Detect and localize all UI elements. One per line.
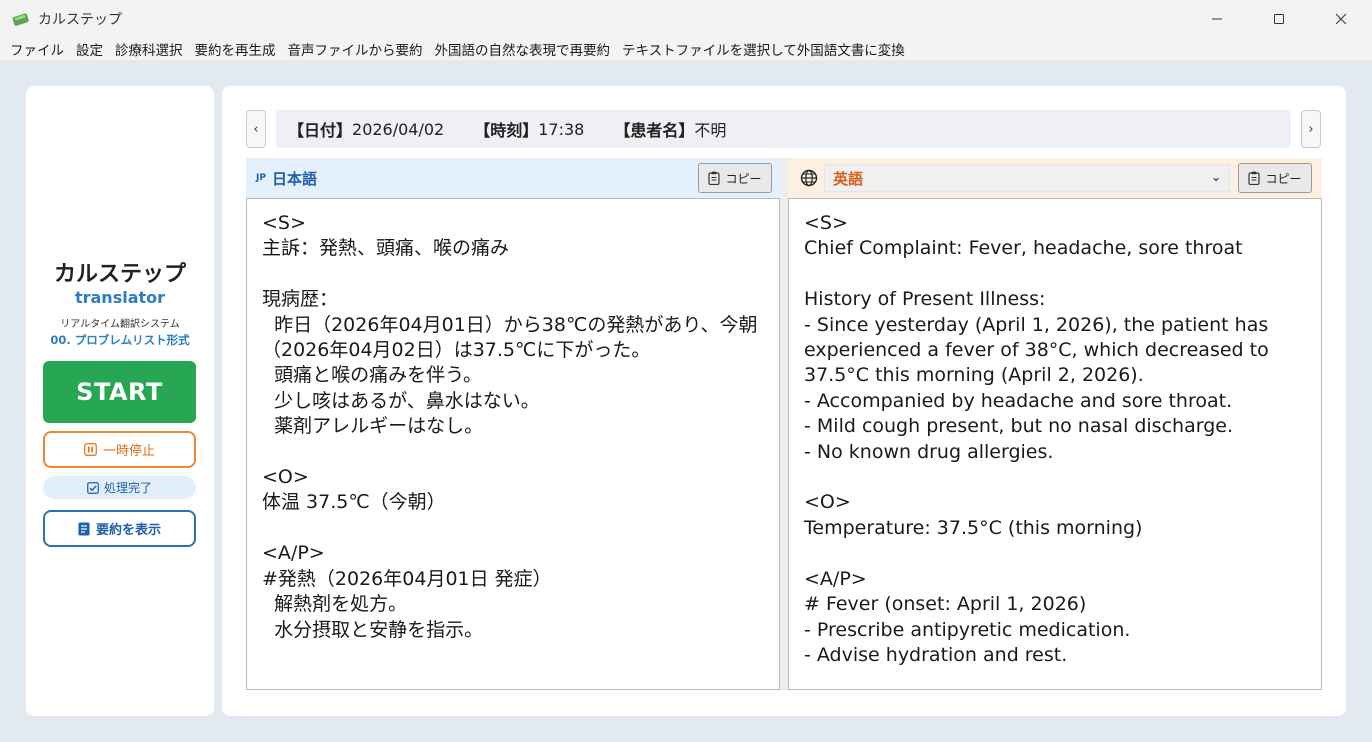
window-title: カルステップ: [38, 12, 122, 28]
menu-file[interactable]: ファイル: [4, 39, 70, 59]
copy-label: コピー: [1265, 171, 1302, 186]
document-icon: [78, 522, 90, 535]
pause-button[interactable]: 一時停止: [43, 431, 196, 468]
clipboard-icon: [1248, 171, 1261, 185]
patient-label: 【患者名】: [614, 121, 695, 140]
menu-natural-resummarize[interactable]: 外国語の自然な表現で再要約: [429, 39, 617, 59]
close-icon: [1335, 13, 1347, 25]
app-description: リアルタイム翻訳システム: [60, 319, 180, 330]
menu-text-file-convert[interactable]: テキストファイルを選択して外国語文書に変換: [616, 39, 911, 59]
time-value: 17:38: [538, 119, 585, 139]
menu-settings[interactable]: 設定: [70, 39, 109, 59]
target-language-select[interactable]: 英語 ⌄: [824, 164, 1230, 192]
clipboard-icon: [708, 171, 721, 185]
main-panel: ‹ 【日付】 2026/04/02 【時刻】 17:38 【患者名】 不明 › …: [222, 86, 1346, 716]
date-label: 【日付】: [288, 121, 353, 140]
maximize-button[interactable]: [1248, 0, 1310, 38]
english-pane-header: 英語 ⌄ コピー: [788, 158, 1322, 198]
record-info-bar: 【日付】 2026/04/02 【時刻】 17:38 【患者名】 不明: [276, 110, 1291, 148]
title-bar: カルステップ: [0, 0, 1372, 38]
close-button[interactable]: [1310, 0, 1372, 38]
minimize-icon: [1212, 18, 1222, 20]
next-record-button[interactable]: ›: [1301, 110, 1321, 148]
japanese-pane-header: JP 日本語 コピー: [246, 158, 780, 198]
japanese-label: 日本語: [271, 169, 317, 188]
checkbox-icon: [87, 481, 99, 494]
globe-icon: [800, 169, 818, 187]
format-mode: 00. プロブレムリスト形式: [50, 333, 190, 347]
chevron-down-icon: ⌄: [1210, 170, 1221, 184]
app-logo-icon: [12, 12, 30, 26]
copy-english-button[interactable]: コピー: [1238, 163, 1312, 193]
app-name: カルステップ: [53, 262, 186, 287]
status-label: 処理完了: [103, 481, 152, 495]
target-language-value: 英語: [833, 169, 864, 188]
prev-record-button[interactable]: ‹: [246, 110, 266, 148]
menu-department-select[interactable]: 診療科選択: [109, 39, 189, 59]
menu-bar: ファイル 設定 診療科選択 要約を再生成 音声ファイルから要約 外国語の自然な表…: [0, 38, 1372, 61]
menu-summary-from-audio[interactable]: 音声ファイルから要約: [282, 39, 429, 59]
pane-splitter[interactable]: [780, 158, 788, 690]
pause-label: 一時停止: [102, 444, 155, 459]
jp-flag-icon: JP: [256, 173, 266, 183]
start-button[interactable]: START: [43, 361, 196, 423]
minimize-button[interactable]: [1186, 0, 1248, 38]
pause-icon: [84, 443, 97, 456]
app-subtitle: translator: [74, 288, 166, 307]
patient-value: 不明: [694, 121, 727, 140]
english-text-area[interactable]: <S> Chief Complaint: Fever, headache, so…: [788, 198, 1322, 690]
show-summary-button[interactable]: 要約を表示: [43, 510, 196, 547]
show-summary-label: 要約を表示: [95, 523, 161, 538]
date-value: 2026/04/02: [352, 119, 445, 139]
menu-regenerate-summary[interactable]: 要約を再生成: [189, 39, 282, 59]
status-badge: 処理完了: [43, 476, 196, 499]
time-label: 【時刻】: [474, 121, 539, 140]
maximize-icon: [1274, 14, 1284, 24]
japanese-text-area[interactable]: <S> 主訴：発熱、頭痛、喉の痛み 現病歴： 昨日（2026年04月01日）から…: [246, 198, 780, 690]
copy-label: コピー: [725, 171, 762, 186]
copy-japanese-button[interactable]: コピー: [698, 163, 772, 193]
sidebar: カルステップ translator リアルタイム翻訳システム 00. プロブレム…: [26, 86, 214, 716]
